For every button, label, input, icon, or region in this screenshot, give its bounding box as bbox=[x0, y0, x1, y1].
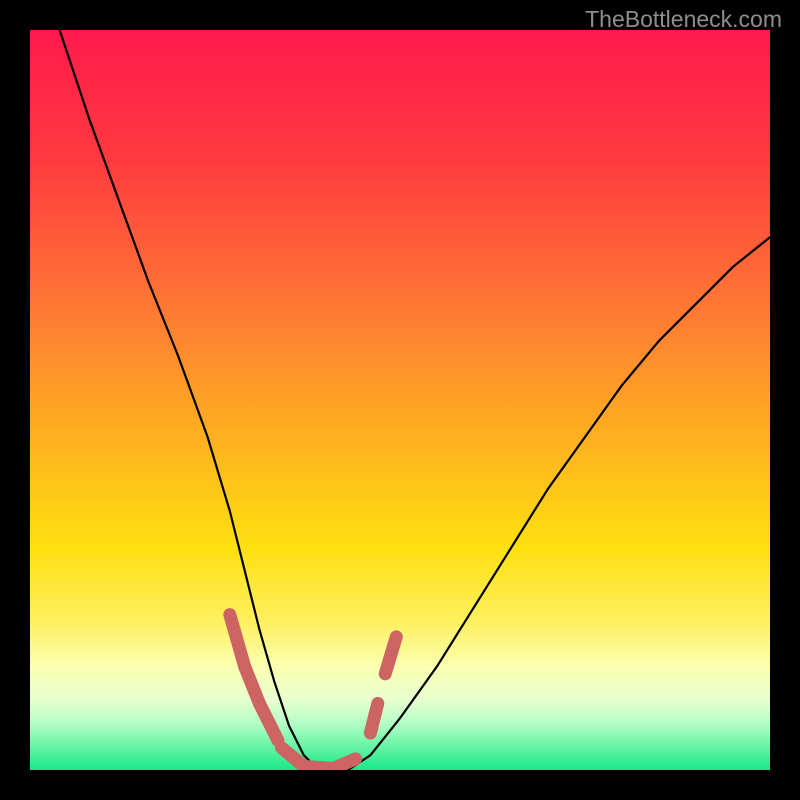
plot-area bbox=[30, 30, 770, 770]
highlight-dash bbox=[385, 637, 396, 674]
chart-frame: TheBottleneck.com bbox=[0, 0, 800, 800]
highlight-dash bbox=[259, 703, 278, 740]
bottleneck-curve bbox=[60, 30, 770, 770]
highlight-dash bbox=[370, 703, 377, 733]
highlight-dash-group bbox=[230, 615, 396, 769]
watermark-text: TheBottleneck.com bbox=[585, 6, 782, 33]
highlight-dash bbox=[230, 615, 245, 667]
curve-layer bbox=[30, 30, 770, 770]
highlight-dash bbox=[333, 759, 355, 769]
